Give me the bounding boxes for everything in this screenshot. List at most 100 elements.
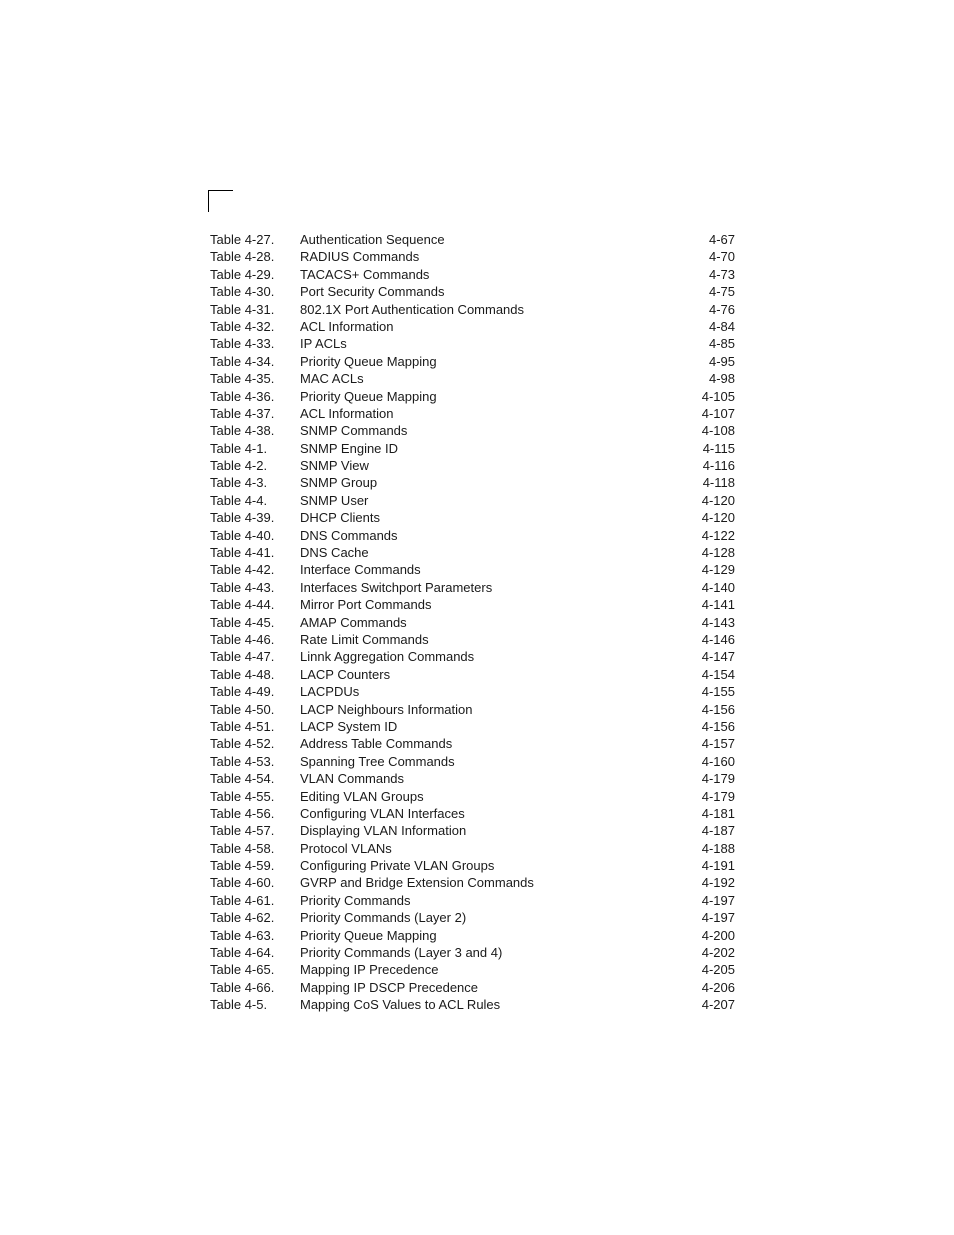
table-of-contents-entry[interactable]: Table 4-54. VLAN Commands 4-179: [210, 770, 735, 787]
entry-page-number: 4-143: [701, 614, 735, 630]
table-of-contents-entry[interactable]: Table 4-28. RADIUS Commands 4-70: [210, 248, 735, 265]
entry-page-number: 4-147: [701, 649, 735, 665]
table-of-contents-entry[interactable]: Table 4-48. LACP Counters 4-154: [210, 666, 735, 683]
entry-title: Priority Commands (Layer 3 and 4): [300, 945, 503, 961]
entry-title: Priority Queue Mapping: [300, 353, 437, 369]
entry-page-number: 4-179: [701, 788, 735, 804]
entry-title: Priority Queue Mapping: [300, 927, 437, 943]
table-of-contents-entry[interactable]: Table 4-29. TACACS+ Commands 4-73: [210, 266, 735, 283]
entry-title: Mirror Port Commands: [300, 597, 432, 613]
table-of-contents-entry[interactable]: Table 4-32. ACL Information 4-84: [210, 318, 735, 335]
entry-page-number: 4-107: [701, 405, 735, 421]
table-of-contents-entry[interactable]: Table 4-62. Priority Commands (Layer 2) 4-…: [210, 909, 735, 926]
entry-page-number: 4-207: [701, 997, 735, 1013]
entry-title: Protocol VLANs: [300, 840, 392, 856]
entry-page-number: 4-128: [701, 545, 735, 561]
table-of-contents-entry[interactable]: Table 4-27. Authentication Sequence 4-67: [210, 231, 735, 248]
table-of-contents-entry[interactable]: Table 4-46. Rate Limit Commands 4-146: [210, 631, 735, 648]
table-of-contents-entry[interactable]: Table 4-64. Priority Commands (Layer 3 an…: [210, 944, 735, 961]
entry-label: Table 4-62.: [210, 910, 275, 926]
table-of-contents-entry[interactable]: Table 4-60. GVRP and Bridge Extension Com…: [210, 874, 735, 891]
table-of-contents-entry[interactable]: Table 4-44. Mirror Port Commands 4-141: [210, 596, 735, 613]
entry-title: 802.1X Port Authentication Commands: [300, 301, 525, 317]
table-of-contents-entry[interactable]: Table 4-40. DNS Commands 4-122: [210, 527, 735, 544]
table-of-contents-entry[interactable]: Table 4-4. SNMP User 4-120: [210, 492, 735, 509]
table-of-contents-entry[interactable]: Table 4-53. Spanning Tree Commands 4-160: [210, 753, 735, 770]
table-of-contents-entry[interactable]: Table 4-45. AMAP Commands 4-143: [210, 614, 735, 631]
entry-label: Table 4-2.: [210, 458, 268, 474]
entry-title: SNMP User: [300, 492, 369, 508]
table-of-contents-entry[interactable]: Table 4-66. Mapping IP DSCP Precedence 4-2…: [210, 979, 735, 996]
table-of-contents-entry[interactable]: Table 4-47. Linnk Aggregation Commands 4-1…: [210, 648, 735, 665]
registration-mark-vertical-rule: [208, 190, 209, 212]
table-of-contents-entry[interactable]: Table 4-5. Mapping CoS Values to ACL Rule…: [210, 996, 735, 1013]
table-of-contents-entry[interactable]: Table 4-57. Displaying VLAN Information 4-…: [210, 822, 735, 839]
table-of-contents-entry[interactable]: Table 4-36. Priority Queue Mapping 4-105: [210, 388, 735, 405]
entry-label: Table 4-48.: [210, 666, 275, 682]
table-of-contents-entry[interactable]: Table 4-63. Priority Queue Mapping 4-200: [210, 927, 735, 944]
entry-title: Address Table Commands: [300, 736, 453, 752]
entry-page-number: 4-187: [701, 823, 735, 839]
table-of-contents-entry[interactable]: Table 4-65. Mapping IP Precedence 4-205: [210, 961, 735, 978]
entry-title: SNMP Group: [300, 475, 378, 491]
entry-page-number: 4-192: [701, 875, 735, 891]
table-of-contents-entry[interactable]: Table 4-42. Interface Commands 4-129: [210, 561, 735, 578]
entry-page-number: 4-98: [708, 371, 735, 387]
table-of-contents-entry[interactable]: Table 4-31. 802.1X Port Authentication Co…: [210, 301, 735, 318]
entry-label: Table 4-43.: [210, 579, 275, 595]
entry-label: Table 4-4.: [210, 492, 268, 508]
entry-page-number: 4-205: [701, 962, 735, 978]
table-of-contents-entry[interactable]: Table 4-33. IP ACLs 4-85: [210, 335, 735, 352]
table-of-contents-entry[interactable]: Table 4-58. Protocol VLANs 4-188: [210, 840, 735, 857]
table-of-contents-entry[interactable]: Table 4-52. Address Table Commands 4-157: [210, 735, 735, 752]
table-of-contents-entry[interactable]: Table 4-30. Port Security Commands 4-75: [210, 283, 735, 300]
table-of-contents-entry[interactable]: Table 4-56. Configuring VLAN Interfaces 4-…: [210, 805, 735, 822]
entry-label: Table 4-30.: [210, 284, 275, 300]
entry-page-number: 4-140: [701, 579, 735, 595]
entry-title: VLAN Commands: [300, 771, 405, 787]
table-of-contents-entry[interactable]: Table 4-39. DHCP Clients 4-120: [210, 509, 735, 526]
table-of-contents-entry[interactable]: Table 4-35. MAC ACLs 4-98: [210, 370, 735, 387]
entry-title: Interfaces Switchport Parameters: [300, 579, 493, 595]
table-of-contents-entry[interactable]: Table 4-3. SNMP Group 4-118: [210, 474, 735, 491]
entry-label: Table 4-35.: [210, 371, 275, 387]
entry-label: Table 4-47.: [210, 649, 275, 665]
entry-label: Table 4-58.: [210, 840, 275, 856]
entry-label: Table 4-38.: [210, 423, 275, 439]
table-of-contents-entry[interactable]: Table 4-34. Priority Queue Mapping 4-95: [210, 353, 735, 370]
entry-page-number: 4-116: [702, 458, 735, 474]
entry-title: Mapping IP Precedence: [300, 962, 439, 978]
entry-label: Table 4-64.: [210, 945, 275, 961]
table-of-contents-entry[interactable]: Table 4-59. Configuring Private VLAN Grou…: [210, 857, 735, 874]
registration-mark-horizontal-rule: [208, 190, 233, 191]
entry-label: Table 4-40.: [210, 527, 275, 543]
table-of-contents-entry[interactable]: Table 4-38. SNMP Commands 4-108: [210, 422, 735, 439]
table-of-contents-entry[interactable]: Table 4-61. Priority Commands 4-197: [210, 892, 735, 909]
entry-title: ACL Information: [300, 318, 394, 334]
entry-label: Table 4-61.: [210, 892, 275, 908]
table-of-contents-entry[interactable]: Table 4-1. SNMP Engine ID 4-115: [210, 440, 735, 457]
corner-registration-mark: [208, 190, 233, 212]
table-of-contents-entry[interactable]: Table 4-41. DNS Cache 4-128: [210, 544, 735, 561]
entry-page-number: 4-122: [701, 527, 735, 543]
entry-page-number: 4-160: [701, 753, 735, 769]
entry-title: Priority Commands (Layer 2): [300, 910, 467, 926]
entry-title: MAC ACLs: [300, 371, 364, 387]
table-of-contents-entry[interactable]: Table 4-2. SNMP View 4-116: [210, 457, 735, 474]
entry-label: Table 4-1.: [210, 440, 268, 456]
entry-label: Table 4-56.: [210, 805, 275, 821]
table-of-contents-entry[interactable]: Table 4-49. LACPDUs 4-155: [210, 683, 735, 700]
table-of-contents-entry[interactable]: Table 4-50. LACP Neighbours Information 4-…: [210, 701, 735, 718]
entry-title: LACP Neighbours Information: [300, 701, 473, 717]
entry-title: TACACS+ Commands: [300, 266, 430, 282]
entry-title: Configuring VLAN Interfaces: [300, 805, 465, 821]
entry-page-number: 4-76: [708, 301, 735, 317]
entry-label: Table 4-32.: [210, 318, 275, 334]
entry-title: SNMP Commands: [300, 423, 408, 439]
table-of-contents-entry[interactable]: Table 4-37. ACL Information 4-107: [210, 405, 735, 422]
entry-page-number: 4-67: [708, 232, 735, 247]
table-of-contents-entry[interactable]: Table 4-55. Editing VLAN Groups 4-179: [210, 788, 735, 805]
table-of-contents-entry[interactable]: Table 4-43. Interfaces Switchport Paramet…: [210, 579, 735, 596]
table-of-contents-entry[interactable]: Table 4-51. LACP System ID 4-156: [210, 718, 735, 735]
entry-page-number: 4-191: [701, 858, 735, 874]
